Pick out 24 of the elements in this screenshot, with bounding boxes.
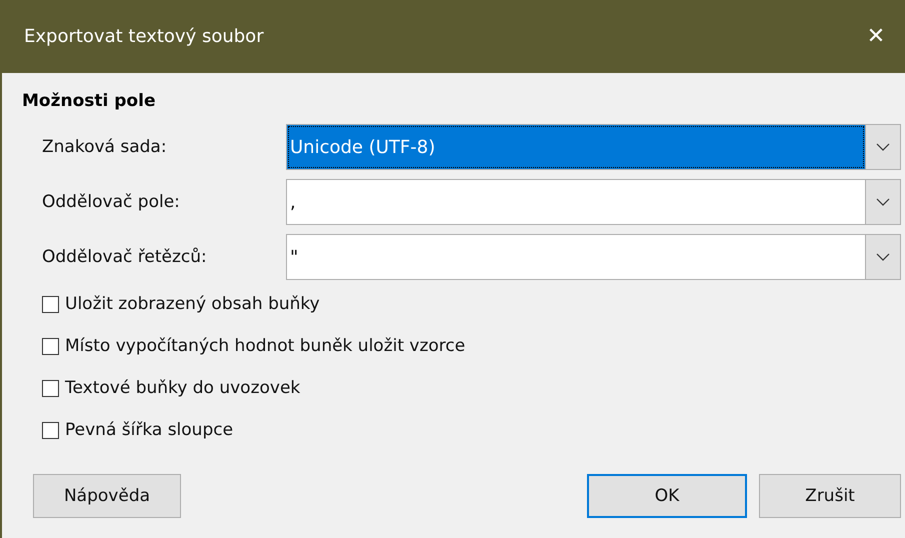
cancel-button[interactable]: Zrušit — [759, 474, 901, 518]
chevron-down-icon — [876, 253, 890, 261]
window-title: Exportovat textový soubor — [24, 26, 264, 47]
section-heading: Možnosti pole — [22, 91, 156, 111]
ok-button[interactable]: OK — [587, 474, 747, 518]
checkbox[interactable] — [42, 338, 59, 354]
chevron-down-icon — [876, 198, 890, 206]
checkbox-label[interactable]: Místo vypočítaných hodnot buněk uložit vzorce — [65, 336, 466, 356]
close-button[interactable]: ✕ — [853, 14, 899, 60]
chevron-down-icon — [876, 143, 890, 151]
field-label: Oddělovač pole: — [41, 192, 181, 212]
dropdown-field[interactable]: " — [286, 234, 901, 280]
checkbox[interactable] — [42, 380, 59, 396]
dropdown-value: , — [289, 190, 297, 214]
checkbox[interactable] — [42, 422, 59, 438]
checkbox-label[interactable]: Textové buňky do uvozovek — [65, 378, 300, 398]
checkbox[interactable] — [42, 296, 59, 312]
dropdown-field[interactable]: , — [286, 179, 901, 225]
dropdown-value: " — [289, 246, 300, 270]
checkbox-label[interactable]: Uložit zobrazený obsah buňky — [65, 294, 320, 314]
checkbox-label[interactable]: Pevná šířka sloupce — [65, 420, 234, 440]
field-label: Znaková sada: — [41, 137, 168, 157]
help-button[interactable]: Nápověda — [33, 474, 181, 518]
field-label: Oddělovač řetězců: — [41, 247, 208, 267]
